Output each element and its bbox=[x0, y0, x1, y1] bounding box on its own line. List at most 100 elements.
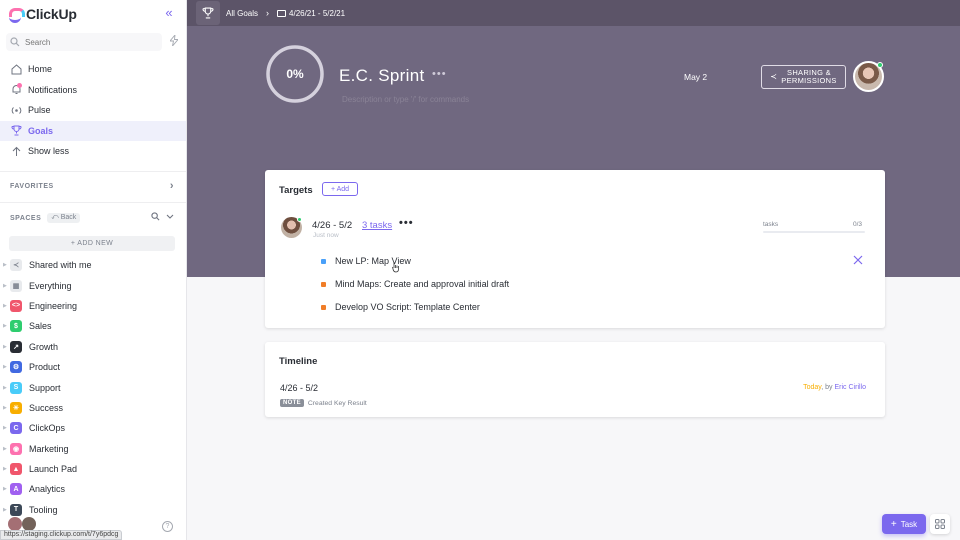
expand-caret-icon[interactable]: ▶ bbox=[3, 364, 7, 370]
pulse-icon bbox=[10, 104, 22, 116]
plus-icon: + bbox=[890, 518, 897, 530]
space-icon: ☀ bbox=[10, 401, 22, 414]
space-item[interactable]: ▶ C ClickOps bbox=[0, 418, 186, 438]
space-item[interactable]: ▶ ≺ Shared with me bbox=[0, 255, 186, 275]
targets-card: Targets + Add 4/26 - 5/2 3 tasks ••• Jus… bbox=[265, 170, 885, 328]
clickup-logo-icon bbox=[8, 7, 22, 23]
nav-item-label: Goals bbox=[28, 125, 54, 136]
target-task-row[interactable]: Develop VO Script: Template Center bbox=[321, 300, 480, 314]
space-item[interactable]: ▶ S Support bbox=[0, 377, 186, 397]
back-button[interactable]: ⤺ Back bbox=[47, 213, 81, 223]
breadcrumb: All Goals › 4/26/21 - 5/2/21 bbox=[187, 0, 960, 26]
nav-item-label: Home bbox=[28, 64, 53, 75]
note-badge: NOTE bbox=[280, 399, 304, 407]
space-item[interactable]: ▶ ◉ Marketing bbox=[0, 439, 186, 459]
timeline-author[interactable]: Eric Cirillo bbox=[835, 384, 867, 391]
divider bbox=[0, 171, 186, 172]
breadcrumb-folder-label: 4/26/21 - 5/2/21 bbox=[289, 8, 346, 18]
space-item[interactable]: ▶ $ Sales bbox=[0, 316, 186, 336]
nav-item-home[interactable]: Home bbox=[0, 59, 186, 80]
space-label: Analytics bbox=[29, 484, 66, 495]
expand-caret-icon[interactable]: ▶ bbox=[3, 507, 7, 513]
search-icon bbox=[10, 37, 20, 47]
goal-description-field[interactable]: Description or type '/' for commands bbox=[342, 95, 469, 104]
sharing-permissions-button[interactable]: ≺ SHARING & PERMISSIONS bbox=[761, 65, 846, 89]
space-item[interactable]: ▶ ▲ Launch Pad bbox=[0, 459, 186, 479]
space-item[interactable]: ▶ A Analytics bbox=[0, 479, 186, 499]
close-icon[interactable] bbox=[852, 255, 864, 267]
key-result-tasks-link[interactable]: 3 tasks bbox=[362, 220, 392, 231]
sidebar: ClickUp « Home Notifications Pulse Goals bbox=[0, 0, 187, 540]
expand-caret-icon[interactable]: ▶ bbox=[3, 262, 7, 268]
expand-caret-icon[interactable]: ▶ bbox=[3, 344, 7, 350]
space-item[interactable]: ▶ <> Engineering bbox=[0, 296, 186, 316]
space-label: Engineering bbox=[29, 300, 78, 311]
chevron-right-icon[interactable]: › bbox=[170, 179, 174, 193]
expand-caret-icon[interactable]: ▶ bbox=[3, 323, 7, 329]
target-task-row[interactable]: Mind Maps: Create and approval initial d… bbox=[321, 277, 509, 291]
goal-title[interactable]: E.C. Sprint bbox=[339, 66, 425, 86]
key-result-dates[interactable]: 4/26 - 5/2 bbox=[312, 220, 352, 231]
expand-caret-icon[interactable]: ▶ bbox=[3, 486, 7, 492]
collapse-sidebar-icon[interactable]: « bbox=[162, 6, 176, 20]
targets-title: Targets bbox=[279, 185, 313, 196]
timeline-by: , by bbox=[821, 384, 833, 391]
expand-caret-icon[interactable]: ▶ bbox=[3, 303, 7, 309]
timeline-today: Today bbox=[803, 384, 822, 391]
space-label: Product bbox=[29, 362, 61, 373]
trophy-icon[interactable] bbox=[196, 1, 220, 25]
space-label: Support bbox=[29, 382, 61, 393]
timeline-title: Timeline bbox=[279, 356, 318, 367]
lightning-icon[interactable] bbox=[168, 33, 180, 49]
nav-item-pulse[interactable]: Pulse bbox=[0, 100, 186, 121]
divider bbox=[0, 202, 186, 203]
space-item[interactable]: ▶ ☀ Success bbox=[0, 398, 186, 418]
space-icon: ≺ bbox=[10, 259, 22, 272]
goal-due-date[interactable]: May 2 bbox=[684, 72, 707, 82]
expand-caret-icon[interactable]: ▶ bbox=[3, 466, 7, 472]
task-status-dot bbox=[321, 258, 326, 264]
app-logo[interactable]: ClickUp bbox=[8, 6, 178, 23]
space-label: ClickOps bbox=[29, 423, 66, 434]
breadcrumb-folder[interactable]: 4/26/21 - 5/2/21 bbox=[277, 9, 345, 18]
timeline-note: NOTE Created Key Result bbox=[280, 399, 367, 407]
expand-caret-icon[interactable]: ▶ bbox=[3, 425, 7, 431]
favorites-header[interactable]: FAVORITES › bbox=[0, 179, 186, 193]
user-avatar[interactable] bbox=[8, 517, 22, 531]
space-item[interactable]: ▶ ↗ Growth bbox=[0, 337, 186, 357]
nav-item-show-less[interactable]: Show less bbox=[0, 141, 186, 162]
chevron-down-icon[interactable] bbox=[166, 212, 174, 223]
space-item[interactable]: ▶ ⚙ Product bbox=[0, 357, 186, 377]
search-spaces-icon[interactable] bbox=[151, 212, 160, 223]
space-icon: C bbox=[10, 422, 22, 435]
space-icon: <> bbox=[10, 299, 22, 312]
expand-caret-icon[interactable]: ▶ bbox=[3, 405, 7, 411]
workspace-avatar[interactable] bbox=[22, 517, 36, 531]
help-icon[interactable]: ? bbox=[162, 521, 173, 532]
space-icon: S bbox=[10, 381, 22, 394]
nav-item-goals[interactable]: Goals bbox=[0, 120, 186, 141]
key-result-bar-count: 0/3 bbox=[853, 221, 863, 228]
new-task-label: Task bbox=[900, 519, 918, 529]
space-item[interactable]: ▶ ▦ Everything bbox=[0, 275, 186, 295]
expand-caret-icon[interactable]: ▶ bbox=[3, 385, 7, 391]
spaces-header: SPACES ⤺ Back bbox=[0, 211, 186, 225]
new-task-button[interactable]: + Task bbox=[882, 514, 926, 534]
goal-more-icon[interactable]: ••• bbox=[432, 68, 447, 80]
key-result-more-icon[interactable]: ••• bbox=[399, 217, 414, 229]
space-icon: ▲ bbox=[10, 463, 22, 476]
space-label: Success bbox=[29, 402, 64, 413]
arrow-up-icon bbox=[10, 145, 22, 157]
share-label-line2: PERMISSIONS bbox=[781, 76, 837, 85]
expand-caret-icon[interactable]: ▶ bbox=[3, 283, 7, 289]
spaces-label: SPACES bbox=[10, 214, 42, 222]
add-target-button[interactable]: + Add bbox=[322, 182, 358, 196]
add-new-space-button[interactable]: + ADD NEW bbox=[9, 236, 175, 251]
key-result-progress-bar bbox=[763, 231, 865, 233]
expand-caret-icon[interactable]: ▶ bbox=[3, 446, 7, 452]
search-box[interactable] bbox=[6, 33, 162, 51]
breadcrumb-all-goals[interactable]: All Goals bbox=[226, 9, 258, 18]
apps-grid-icon[interactable] bbox=[930, 514, 950, 534]
nav-item-notifications[interactable]: Notifications bbox=[0, 80, 186, 101]
search-input[interactable] bbox=[25, 37, 135, 47]
